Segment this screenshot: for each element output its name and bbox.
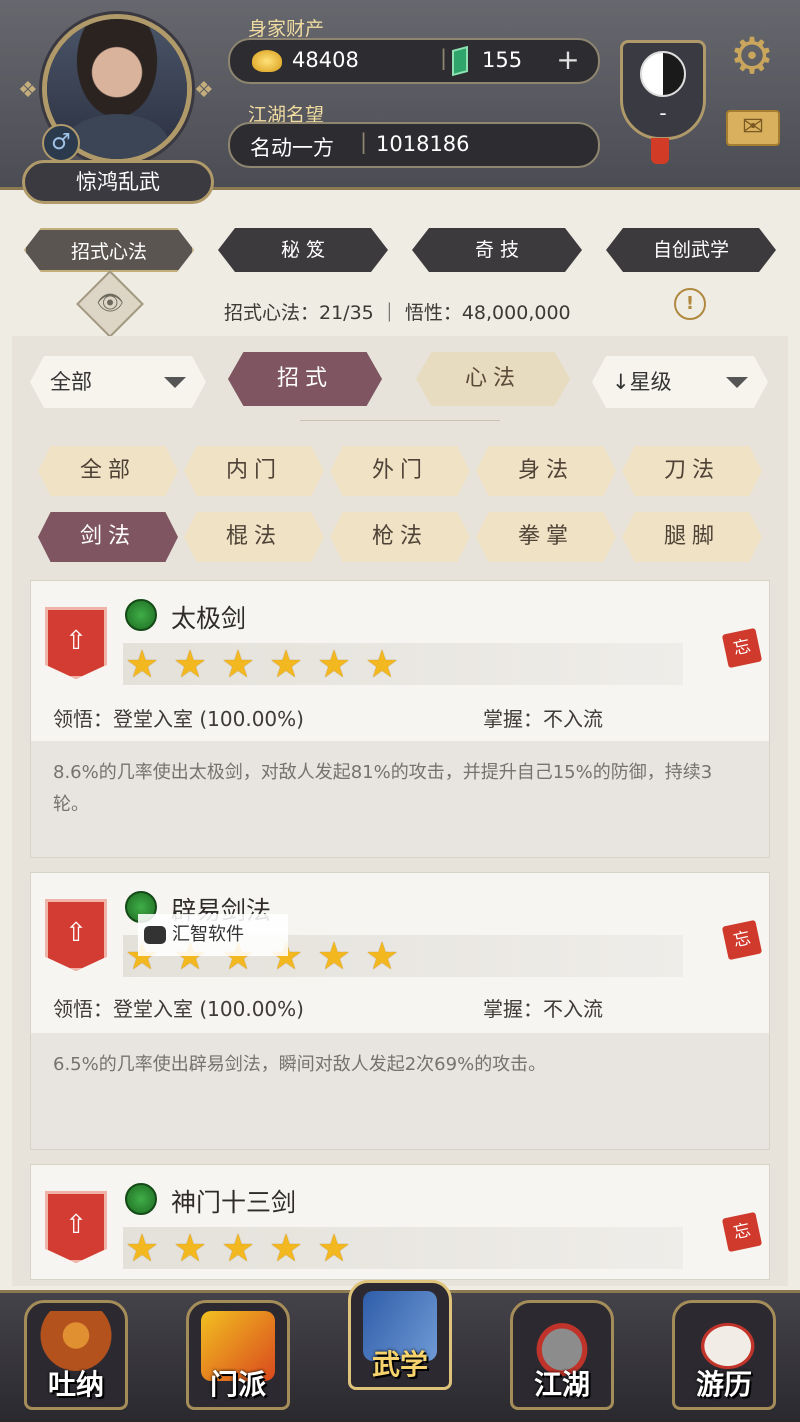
chip-footwork[interactable]: 身法 [476, 446, 616, 496]
sword-skill-icon [125, 599, 157, 631]
left-ornament-icon: ❖ [18, 78, 38, 103]
star-icon: ★ [317, 1226, 352, 1270]
gold-amount: 48408 [292, 48, 359, 72]
mail-icon[interactable]: ✉ [726, 110, 780, 146]
tab-special-skills[interactable]: 奇 技 [412, 228, 582, 272]
star-icon: ★ [317, 934, 352, 978]
chip-staff[interactable]: 棍法 [184, 512, 324, 562]
chevron-down-icon [726, 377, 748, 388]
star-icon: ★ [125, 1226, 160, 1270]
gamepad-icon [144, 926, 166, 944]
eye-icon: 👁 [96, 291, 124, 316]
nav-travel[interactable]: 游历 [672, 1300, 776, 1410]
skill-description: 8.6%的几率使出太极剑，对敌人发起81%的攻击，并提升自己15%的防御，持续3… [31, 741, 769, 857]
chip-legs-feet[interactable]: 腿脚 [622, 512, 762, 562]
sort-dropdown-value: ↓星级 [612, 370, 672, 394]
forget-skill-button[interactable]: 忘 [721, 627, 763, 669]
mastery-label: 掌握：不入流 [483, 707, 603, 731]
nav-jianghu[interactable]: 江湖 [510, 1300, 614, 1410]
sword-skill-icon [125, 1183, 157, 1215]
player-name: 惊鸿乱武 [22, 160, 214, 204]
mastery-label: 掌握：不入流 [483, 997, 603, 1021]
gold-ingot-icon [252, 50, 282, 72]
nav-label: 武学 [371, 1348, 428, 1381]
star-icon: ★ [269, 642, 304, 686]
skill-card[interactable]: ⇧ 神门十三剑 ★ ★ ★ ★ ★ 忘 [30, 1164, 770, 1280]
star-icon: ★ [317, 642, 352, 686]
category-dropdown[interactable]: 全部 [30, 356, 206, 408]
add-currency-button[interactable]: + [552, 45, 584, 77]
rank-up-icon[interactable]: ⇧ [45, 899, 107, 971]
watermark: 汇智软件 [138, 914, 288, 956]
reputation-divider: | [360, 130, 368, 154]
nav-label: 门派 [209, 1368, 266, 1401]
tab-moves-and-arts[interactable]: 招式心法 [24, 228, 194, 272]
tab-custom-martial-arts[interactable]: 自创武学 [606, 228, 776, 272]
chip-outer-sect[interactable]: 外门 [330, 446, 470, 496]
chip-all[interactable]: 全部 [38, 446, 178, 496]
comprehension-label: 领悟：登堂入室 (100.00%) [53, 997, 304, 1021]
reputation-value: 1018186 [376, 132, 470, 156]
chip-blade[interactable]: 刀法 [622, 446, 762, 496]
skill-card[interactable]: ⇧ 太极剑 ★ ★ ★ ★ ★ ★ 忘 领悟：登堂入室 (100.00%) 掌握：不入流 … [30, 580, 770, 858]
wealth-divider: | [440, 46, 448, 70]
settings-gear-icon[interactable]: ⚙ [724, 28, 780, 84]
star-icon: ★ [173, 1226, 208, 1270]
nav-breathing[interactable]: 吐纳 [24, 1300, 128, 1410]
comprehension-label: 领悟：登堂入室 (100.00%) [53, 707, 304, 731]
skill-name: 神门十三剑 [171, 1188, 297, 1217]
chip-spear[interactable]: 枪法 [330, 512, 470, 562]
toggle-inner-arts[interactable]: 心法 [416, 352, 570, 406]
chevron-down-icon [164, 377, 186, 388]
star-icon: ★ [221, 642, 256, 686]
rank-up-icon[interactable]: ⇧ [45, 607, 107, 679]
star-icon: ★ [221, 1226, 256, 1270]
star-icon: ★ [365, 642, 400, 686]
sect-emblem[interactable]: - [620, 40, 706, 140]
star-rating: ★ ★ ★ ★ ★ ★ [123, 643, 683, 685]
yin-yang-icon [640, 51, 686, 97]
toggle-moves[interactable]: 招式 [228, 352, 382, 406]
nav-label: 游历 [695, 1368, 752, 1401]
chip-fist-palm[interactable]: 拳掌 [476, 512, 616, 562]
tab-secret-manuals[interactable]: 秘 笈 [218, 228, 388, 272]
sort-dropdown[interactable]: ↓星级 [592, 356, 768, 408]
nav-label: 吐纳 [47, 1368, 104, 1401]
rank-up-icon[interactable]: ⇧ [45, 1191, 107, 1263]
nav-label: 江湖 [533, 1368, 590, 1401]
star-icon: ★ [173, 642, 208, 686]
forget-skill-button[interactable]: 忘 [721, 919, 763, 961]
view-toggle-button[interactable]: 👁 [76, 270, 144, 338]
right-ornament-icon: ❖ [194, 78, 214, 103]
chip-inner-sect[interactable]: 内门 [184, 446, 324, 496]
chip-sword[interactable]: 剑法 [38, 512, 178, 562]
section-divider [300, 420, 500, 430]
jade-amount: 155 [482, 48, 523, 72]
category-dropdown-value: 全部 [50, 370, 92, 394]
wealth-bar: 48408 | 155 + [228, 38, 600, 84]
emblem-value: - [659, 101, 667, 125]
skill-description: 6.5%的几率使出辟易剑法，瞬间对敌人发起2次69%的攻击。 [31, 1033, 769, 1149]
skill-name: 太极剑 [171, 604, 247, 633]
star-rating: ★ ★ ★ ★ ★ [123, 1227, 683, 1269]
star-icon: ★ [269, 1226, 304, 1270]
nav-martial-arts[interactable]: 武学 [348, 1280, 452, 1390]
tassel-icon [651, 138, 669, 164]
watermark-text: 汇智软件 [172, 924, 244, 945]
wealth-label: 身家财产 [248, 18, 325, 40]
nav-sect[interactable]: 门派 [186, 1300, 290, 1410]
skill-stats: 招式心法：21/35 ｜ 悟性：48,000,000 [224, 302, 571, 324]
star-icon: ★ [365, 934, 400, 978]
reputation-title: 名动一方 [250, 136, 334, 160]
reputation-bar: 名动一方 | 1018186 [228, 122, 600, 168]
forget-skill-button[interactable]: 忘 [721, 1211, 763, 1253]
jade-icon [452, 45, 468, 77]
star-icon: ★ [125, 642, 160, 686]
info-warning-icon[interactable]: ! [674, 288, 706, 320]
male-gender-icon: ♂ [42, 124, 80, 162]
